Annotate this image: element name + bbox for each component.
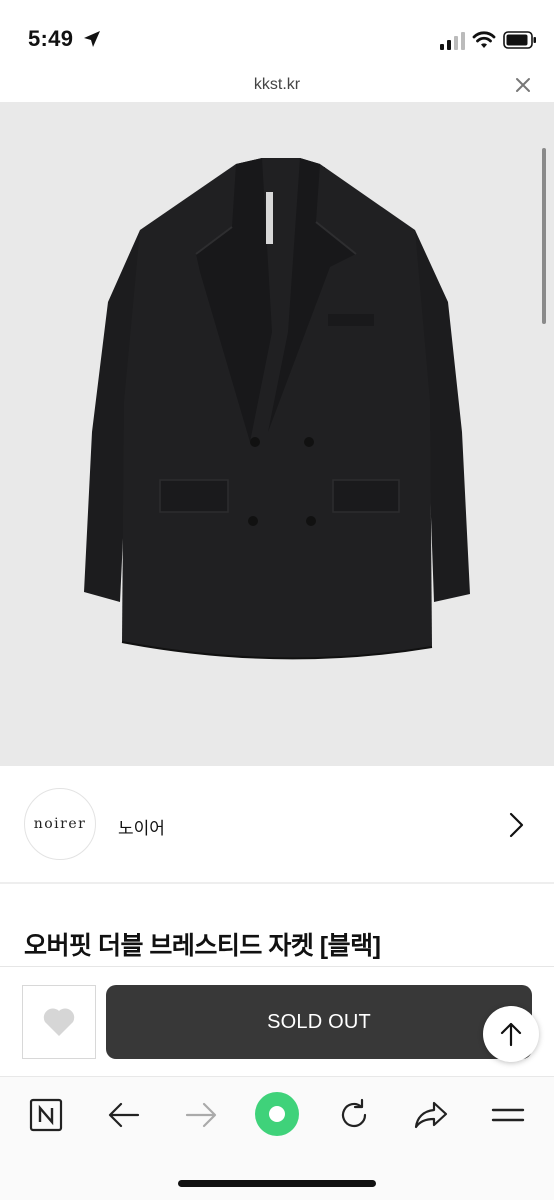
green-dot-button[interactable] — [254, 1091, 300, 1137]
url-bar: kkst.kr — [0, 70, 554, 102]
scrollbar-thumb[interactable] — [542, 148, 546, 324]
close-icon[interactable] — [514, 76, 532, 94]
location-arrow-icon — [84, 31, 100, 47]
sold-out-button[interactable]: SOLD OUT — [106, 985, 532, 1059]
purchase-action-bar: SOLD OUT — [0, 966, 554, 1076]
back-arrow-icon — [108, 1102, 140, 1128]
status-time: 5:49 — [28, 26, 74, 51]
chevron-right-icon — [509, 812, 524, 838]
brand-row[interactable]: noirer 노이어 — [0, 766, 554, 884]
back-button[interactable] — [104, 1095, 144, 1135]
refresh-button[interactable] — [334, 1095, 374, 1135]
url-text[interactable]: kkst.kr — [0, 76, 554, 94]
wishlist-button[interactable] — [22, 985, 96, 1059]
share-button[interactable] — [411, 1095, 451, 1135]
wifi-icon — [472, 31, 496, 48]
menu-icon — [491, 1108, 525, 1122]
product-title: 오버핏 더블 브레스티드 자켓 [블랙] — [24, 932, 381, 960]
arrow-up-icon — [500, 1022, 522, 1047]
cellular-signal-icon — [440, 32, 465, 50]
naver-home-button[interactable] — [26, 1095, 66, 1135]
scroll-to-top-button[interactable] — [483, 1006, 539, 1062]
naver-n-icon — [29, 1098, 63, 1132]
product-image[interactable] — [0, 102, 554, 766]
share-icon — [414, 1101, 448, 1129]
forward-arrow-icon — [185, 1102, 217, 1128]
status-bar: 5:49 — [0, 0, 554, 70]
home-indicator[interactable] — [178, 1180, 376, 1187]
refresh-icon — [341, 1098, 367, 1128]
forward-button[interactable] — [181, 1095, 221, 1135]
menu-button[interactable] — [488, 1095, 528, 1135]
jacket-image — [84, 158, 470, 660]
brand-logo: noirer — [24, 788, 96, 860]
heart-icon — [43, 1008, 75, 1036]
brand-name: 노이어 — [118, 819, 165, 838]
green-dot-icon — [255, 1092, 299, 1136]
battery-icon — [503, 31, 536, 49]
